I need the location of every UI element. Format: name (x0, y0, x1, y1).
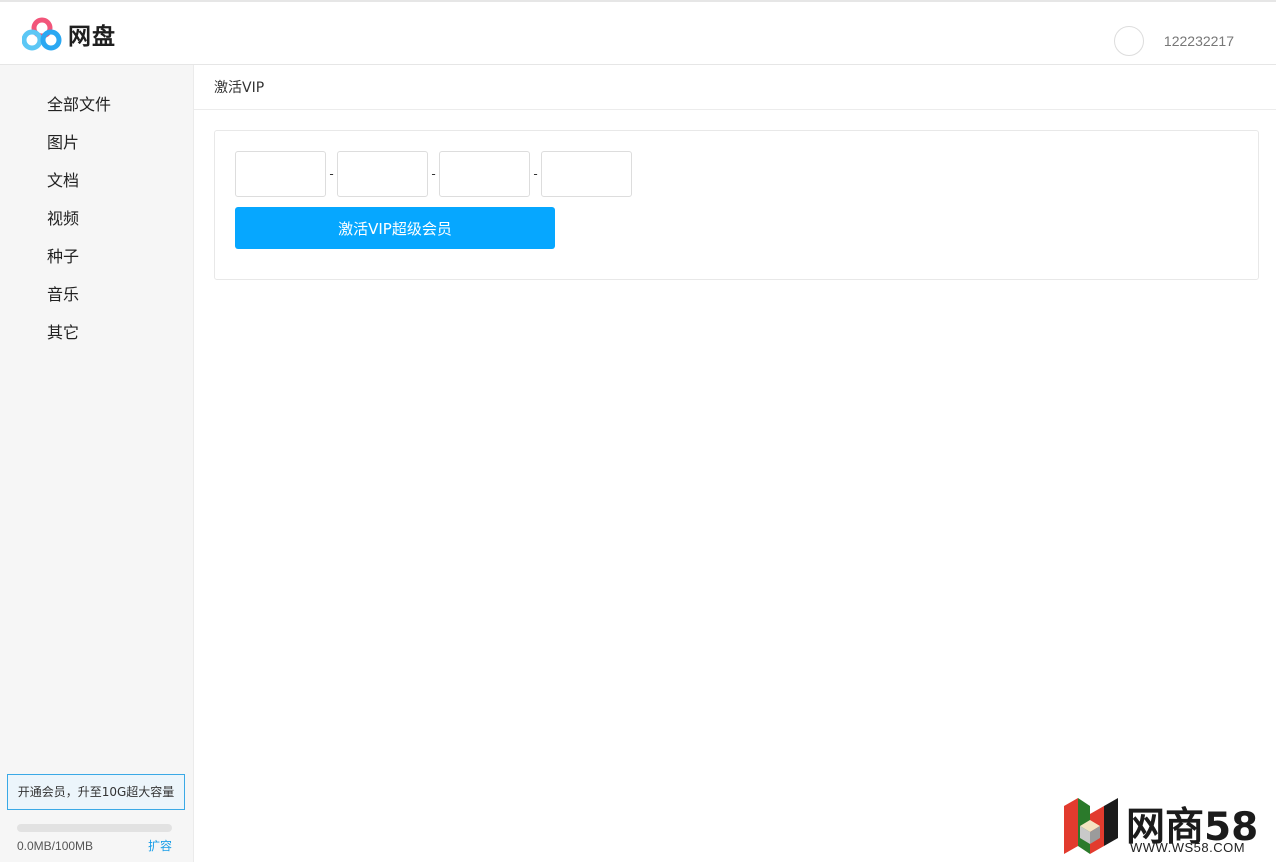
watermark-subtitle: WWW.WS58.COM (1130, 840, 1246, 855)
sidebar: 全部文件 图片 文档 视频 种子 音乐 其它 开通会员，升至10G超大容量 0.… (0, 65, 194, 862)
breadcrumb: 激活VIP (194, 66, 1276, 110)
code-separator: - (533, 167, 538, 181)
expand-storage-link[interactable]: 扩容 (148, 837, 172, 854)
storage-quota-text: 0.0MB/100MB (17, 839, 94, 853)
sidebar-item-images[interactable]: 图片 (0, 132, 193, 170)
activate-vip-button[interactable]: 激活VIP超级会员 (235, 207, 555, 249)
sidebar-item-videos[interactable]: 视频 (0, 208, 193, 246)
page-title: 激活VIP (214, 80, 265, 96)
activation-card: - - - 激活VIP超级会员 (214, 130, 1259, 280)
activation-code-input-4[interactable] (541, 151, 632, 197)
sidebar-item-all-files[interactable]: 全部文件 (0, 94, 193, 132)
cloud-rings-logo-icon (22, 17, 62, 51)
user-menu[interactable]: 122232217 (1113, 26, 1234, 56)
activation-code-input-1[interactable] (235, 151, 326, 197)
watermark: 网商58 WWW.WS58.COM (1060, 796, 1265, 858)
app-name: 网盘 (68, 24, 116, 50)
sidebar-item-documents[interactable]: 文档 (0, 170, 193, 208)
activation-code-input-2[interactable] (337, 151, 428, 197)
sidebar-item-other[interactable]: 其它 (0, 322, 193, 360)
top-header: 网盘 122232217 (0, 0, 1276, 65)
user-avatar-icon[interactable] (1113, 26, 1144, 56)
sidebar-item-torrents[interactable]: 种子 (0, 246, 193, 284)
sidebar-nav: 全部文件 图片 文档 视频 种子 音乐 其它 (0, 65, 193, 360)
sidebar-item-music[interactable]: 音乐 (0, 284, 193, 322)
isometric-cubes-logo-icon (1064, 798, 1118, 854)
app-logo[interactable]: 网盘 (22, 17, 116, 51)
code-separator: - (431, 167, 436, 181)
activation-code-input-3[interactable] (439, 151, 530, 197)
storage-quota-bar (17, 824, 172, 832)
username[interactable]: 122232217 (1164, 33, 1234, 49)
code-separator: - (329, 167, 334, 181)
activation-code-row: - - - (235, 151, 632, 197)
upgrade-membership-button[interactable]: 开通会员，升至10G超大容量 (7, 774, 185, 810)
